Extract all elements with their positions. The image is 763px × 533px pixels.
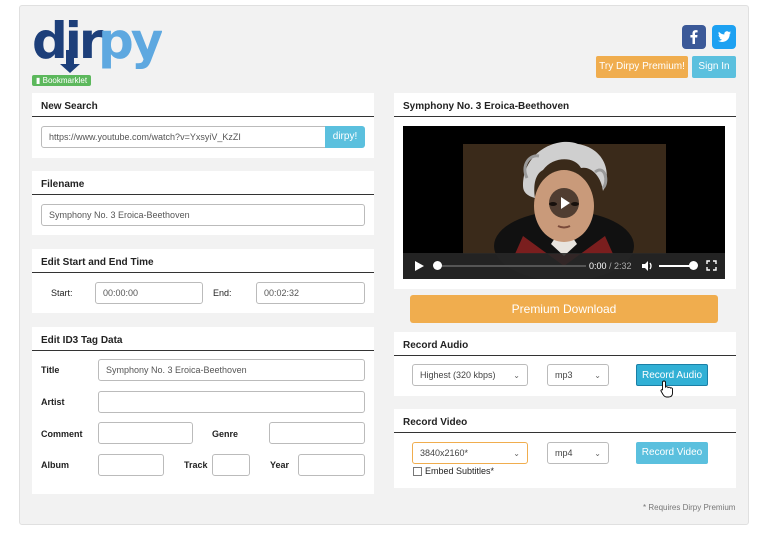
id3-artist-input[interactable] <box>98 391 365 413</box>
audio-quality-value: Highest (320 kbps) <box>420 370 496 380</box>
filename-title: Filename <box>32 171 374 195</box>
id3-comment-input[interactable] <box>98 422 193 444</box>
video-resolution-select[interactable]: 3840x2160* ⌄ <box>412 442 528 464</box>
id3-artist-label: Artist <box>41 397 65 407</box>
chevron-down-icon: ⌄ <box>594 370 601 380</box>
record-video-title: Record Video <box>394 409 736 433</box>
volume-thumb[interactable] <box>689 261 698 270</box>
id3-comment-label: Comment <box>41 429 83 439</box>
play-button[interactable] <box>549 188 579 218</box>
new-search-title: New Search <box>32 93 374 117</box>
bookmarklet-badge[interactable]: ▮ Bookmarklet <box>32 75 92 86</box>
record-video-button[interactable]: Record Video <box>636 442 708 464</box>
embed-subtitles-checkbox[interactable] <box>413 467 422 476</box>
id3-title-input[interactable]: Symphony No. 3 Eroica-Beethoven <box>98 359 365 381</box>
bookmark-icon: ▮ <box>36 76 41 85</box>
audio-format-value: mp3 <box>555 370 573 380</box>
chevron-down-icon: ⌄ <box>513 370 520 380</box>
end-label: End: <box>213 288 232 298</box>
record-audio-title: Record Audio <box>394 332 736 356</box>
premium-download-button[interactable]: Premium Download <box>410 295 718 323</box>
facebook-icon[interactable] <box>682 25 706 49</box>
time-title: Edit Start and End Time <box>32 249 374 273</box>
video-format-value: mp4 <box>555 448 573 458</box>
filename-input[interactable]: Symphony No. 3 Eroica-Beethoven <box>41 204 365 226</box>
control-play-icon[interactable] <box>413 260 425 272</box>
video-player[interactable]: 0:00 / 2:32 <box>403 126 725 279</box>
audio-format-select[interactable]: mp3 ⌄ <box>547 364 609 386</box>
sign-in-button[interactable]: Sign In <box>692 56 736 78</box>
id3-year-input[interactable] <box>298 454 365 476</box>
video-resolution-value: 3840x2160* <box>420 448 469 458</box>
dirpy-logo[interactable]: dir py <box>32 14 162 74</box>
id3-title-label: Title <box>41 365 60 375</box>
dirpy-search-button[interactable]: dirpy! <box>325 126 365 148</box>
end-time-input[interactable]: 00:02:32 <box>256 282 365 304</box>
hand-cursor-icon <box>660 380 673 398</box>
start-label: Start: <box>51 288 73 298</box>
video-controls: 0:00 / 2:32 <box>403 253 725 279</box>
id3-track-label: Track <box>184 460 208 470</box>
bookmarklet-label: Bookmarklet <box>42 76 88 85</box>
id3-album-input[interactable] <box>98 454 164 476</box>
fullscreen-icon[interactable] <box>706 260 717 271</box>
svg-text:py: py <box>98 14 162 70</box>
id3-genre-input[interactable] <box>269 422 365 444</box>
start-time-input[interactable]: 00:00:00 <box>95 282 203 304</box>
preview-title: Symphony No. 3 Eroica-Beethoven <box>394 93 736 117</box>
current-time: 0:00 / 2:32 <box>589 261 632 271</box>
progress-thumb[interactable] <box>433 261 442 270</box>
id3-title: Edit ID3 Tag Data <box>32 327 374 351</box>
premium-footnote: * Requires Dirpy Premium <box>643 503 736 512</box>
play-icon <box>561 197 570 209</box>
volume-slider[interactable] <box>659 265 693 267</box>
id3-genre-label: Genre <box>212 429 239 439</box>
chevron-down-icon: ⌄ <box>513 448 520 458</box>
id3-track-input[interactable] <box>212 454 250 476</box>
audio-quality-select[interactable]: Highest (320 kbps) ⌄ <box>412 364 528 386</box>
video-format-select[interactable]: mp4 ⌄ <box>547 442 609 464</box>
progress-track[interactable] <box>436 265 586 267</box>
id3-year-label: Year <box>270 460 290 470</box>
try-premium-button[interactable]: Try Dirpy Premium! <box>596 56 688 78</box>
id3-album-label: Album <box>41 460 69 470</box>
chevron-down-icon: ⌄ <box>594 448 601 458</box>
twitter-icon[interactable] <box>712 25 736 49</box>
embed-subtitles-label: Embed Subtitles* <box>425 466 495 476</box>
volume-icon[interactable] <box>641 260 653 272</box>
url-input[interactable]: https://www.youtube.com/watch?v=YxsyiV_K… <box>41 126 327 148</box>
